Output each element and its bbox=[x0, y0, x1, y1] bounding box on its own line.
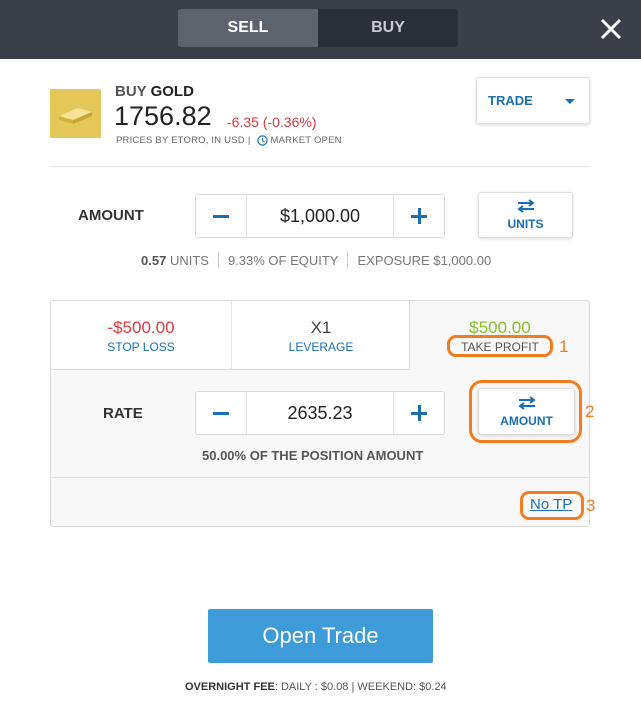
amount-switch-label: AMOUNT bbox=[500, 413, 553, 428]
price-change: -6.35 (-0.36%) bbox=[227, 114, 317, 130]
order-type-dropdown[interactable]: TRADE bbox=[476, 77, 590, 124]
plus-icon bbox=[411, 208, 427, 224]
units-value: 0.57 bbox=[141, 252, 167, 268]
instrument-title: BUY GOLD bbox=[115, 83, 194, 100]
sell-buy-toggle: SELL BUY bbox=[178, 9, 458, 47]
instrument-action: BUY bbox=[115, 83, 147, 100]
units-switch-button[interactable]: UNITS bbox=[478, 192, 573, 238]
info-separator bbox=[217, 252, 219, 268]
overnight-fee-label: OVERNIGHT FEE bbox=[185, 681, 275, 693]
amount-increase-button[interactable] bbox=[394, 195, 444, 237]
exposure-info: EXPOSURE $1,000.00 bbox=[357, 252, 492, 268]
leverage-label: LEVERAGE bbox=[288, 339, 354, 354]
stop-loss-label: STOP LOSS bbox=[107, 339, 175, 354]
open-trade-button[interactable]: Open Trade bbox=[208, 609, 433, 663]
tab-take-profit[interactable]: $500.00 TAKE PROFIT bbox=[410, 301, 590, 370]
instrument-symbol: GOLD bbox=[150, 83, 194, 100]
rate-label: RATE bbox=[103, 405, 143, 422]
close-icon[interactable] bbox=[597, 15, 625, 43]
annotation-number: 2 bbox=[585, 402, 595, 421]
annotation-number: 1 bbox=[559, 337, 569, 356]
top-bar: SELL BUY bbox=[0, 0, 641, 59]
info-separator bbox=[347, 252, 349, 268]
minus-icon bbox=[213, 411, 229, 415]
overnight-fee-line: OVERNIGHT FEE: DAILY : $0.08 | WEEKEND: … bbox=[185, 681, 447, 693]
price-meta: PRICES BY ETORO, IN USD | MARKET OPEN bbox=[116, 135, 342, 146]
tab-stop-loss[interactable]: -$500.00 STOP LOSS bbox=[51, 301, 231, 370]
amount-switch-button[interactable]: AMOUNT bbox=[478, 388, 575, 435]
amount-input[interactable]: $1,000.00 bbox=[246, 195, 394, 237]
equity-info: 9.33% OF EQUITY bbox=[227, 252, 339, 268]
rate-input[interactable]: 2635.23 bbox=[246, 392, 394, 434]
rate-decrease-button[interactable] bbox=[196, 392, 246, 434]
instrument-price: 1756.82 bbox=[114, 101, 212, 131]
amount-stepper: $1,000.00 bbox=[195, 194, 445, 238]
swap-arrows-icon bbox=[516, 199, 535, 213]
buy-tab[interactable]: BUY bbox=[318, 9, 458, 47]
weekend-fee: WEEKEND: $0.24 bbox=[357, 681, 447, 693]
sell-tab[interactable]: SELL bbox=[178, 9, 318, 47]
daily-fee: : DAILY : $0.08 bbox=[274, 681, 349, 693]
rate-stepper: 2635.23 bbox=[195, 391, 445, 435]
header-divider bbox=[50, 166, 590, 167]
minus-icon bbox=[213, 214, 229, 218]
rate-increase-button[interactable] bbox=[394, 392, 444, 434]
order-type-value: TRADE bbox=[488, 93, 533, 108]
price-source: PRICES BY ETORO, IN USD bbox=[116, 135, 245, 146]
clock-icon bbox=[256, 135, 268, 146]
annotation-number: 3 bbox=[586, 496, 596, 515]
units-suffix: UNITS bbox=[169, 252, 209, 268]
amount-decrease-button[interactable] bbox=[196, 195, 246, 237]
take-profit-label: TAKE PROFIT bbox=[461, 339, 539, 354]
amount-info: 0.57 UNITS 9.33% OF EQUITY EXPOSURE $1,0… bbox=[141, 252, 491, 268]
chevron-down-icon bbox=[565, 99, 575, 104]
gold-bar-icon bbox=[50, 89, 101, 138]
stop-loss-value: -$500.00 bbox=[107, 317, 175, 337]
tab-leverage[interactable]: X1 LEVERAGE bbox=[231, 301, 410, 370]
leverage-value: X1 bbox=[310, 317, 332, 337]
no-tp-link[interactable]: No TP bbox=[530, 496, 572, 513]
swap-arrows-icon bbox=[517, 395, 536, 410]
panel-divider bbox=[51, 477, 589, 478]
take-profit-value: $500.00 bbox=[469, 317, 531, 337]
amount-label: AMOUNT bbox=[78, 207, 144, 224]
position-info: 50.00% OF THE POSITION AMOUNT bbox=[202, 448, 424, 463]
market-status: MARKET OPEN bbox=[270, 135, 342, 146]
plus-icon bbox=[411, 405, 427, 421]
units-switch-label: UNITS bbox=[507, 217, 544, 231]
